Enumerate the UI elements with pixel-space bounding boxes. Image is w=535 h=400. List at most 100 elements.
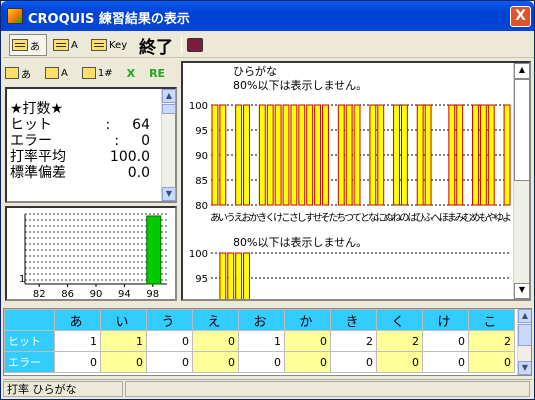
grid-scrollbar[interactable]: ▲ ▼ [517, 309, 531, 375]
y-tick-label: 80 [195, 201, 208, 212]
table-header-row: あいうえおかきくけこ [4, 309, 515, 331]
column-header[interactable]: け [422, 309, 469, 331]
table-cell[interactable]: 1 [238, 330, 285, 352]
table-cell[interactable]: 0 [54, 351, 101, 373]
keyboard-icon [91, 39, 107, 51]
table-cell[interactable]: 1 [100, 330, 147, 352]
book-button[interactable] [185, 34, 209, 56]
bar [448, 104, 456, 206]
bar [219, 104, 227, 206]
alpha-mode-button[interactable]: A [51, 34, 87, 56]
table-cell[interactable]: 1 [54, 330, 101, 352]
bar [353, 104, 361, 206]
table-cell[interactable]: 0 [284, 330, 331, 352]
status-panel [125, 381, 530, 397]
hiragana-mode-button[interactable]: あ [9, 34, 47, 56]
scroll-up-icon[interactable]: ▲ [162, 89, 176, 103]
key-mode-button[interactable]: Key [89, 34, 135, 56]
table-cell[interactable]: 0 [422, 351, 469, 373]
column-header[interactable]: か [284, 309, 331, 331]
table-cell[interactable]: 0 [192, 351, 239, 373]
stat-label: エラー [10, 133, 52, 149]
scroll-down-icon[interactable]: ▼ [514, 283, 529, 299]
app-window: CROQUIS 練習結果の表示 X あ A Key 終了 あ A 1# X RE… [0, 0, 535, 400]
stat-label: 標準偏差 [10, 165, 66, 181]
y-tick-label: 100 [189, 249, 208, 260]
column-header[interactable]: い [100, 309, 147, 331]
table-cell[interactable]: 0 [238, 351, 285, 373]
left-toolbar: あ A 1# X RE [5, 61, 177, 85]
bar [298, 104, 306, 206]
result-grid: あいうえおかきくけこヒット 1 1 0 0 1 0 2 2 0 2 エラー 0 0 0 0 0 0 0 0 0 0 ▲ ▼ [3, 308, 532, 376]
stats-scrollbar[interactable]: ▲ ▼ [161, 89, 176, 201]
stat-label: ヒット [10, 117, 52, 133]
x-tick-label: よ [502, 212, 512, 224]
y-tick-label: 90 [195, 151, 208, 162]
table-cell[interactable]: 0 [468, 351, 515, 373]
bar [345, 104, 353, 206]
stats-text: ★打数★ ヒット:64 エラー:0 打率平均 100.0 標準偏差 0.0 [10, 101, 150, 181]
stat-sep: : [105, 117, 111, 133]
y-tick-label: 85 [195, 176, 208, 187]
toolbar-separator [181, 36, 182, 54]
table-cell[interactable]: 0 [100, 351, 147, 373]
bar [243, 252, 250, 299]
x-tick-label: 94 [118, 289, 131, 299]
bar [393, 104, 400, 206]
table-cell[interactable]: 2 [468, 330, 515, 352]
number-stats-label: 1# [97, 67, 113, 79]
finish-button[interactable]: 終了 [137, 34, 177, 58]
hiragana-stats-button[interactable]: あ [5, 66, 31, 81]
column-header[interactable]: お [238, 309, 285, 331]
chart-scrollbar[interactable]: ▲ ▼ [513, 63, 529, 299]
bar [243, 104, 250, 206]
table-cell[interactable]: 0 [330, 351, 377, 373]
re-button[interactable]: RE [149, 67, 165, 80]
table-cell[interactable]: 2 [376, 330, 423, 352]
column-header[interactable]: く [376, 309, 423, 331]
x-button[interactable]: X [127, 67, 135, 80]
scroll-up-icon[interactable]: ▲ [518, 309, 531, 323]
result-table: あいうえおかきくけこヒット 1 1 0 0 1 0 2 2 0 2 エラー 0 0 0 0 0 0 0 0 0 0 [4, 309, 515, 373]
close-button[interactable]: X [510, 6, 531, 27]
alpha-stats-button[interactable]: A [45, 67, 68, 79]
bar [290, 104, 298, 206]
table-cell[interactable]: 0 [146, 330, 193, 352]
bar [314, 104, 322, 206]
scroll-down-icon[interactable]: ▼ [518, 361, 531, 375]
stat-value: 100.0 [109, 149, 150, 165]
table-cell[interactable]: 2 [330, 330, 377, 352]
table-cell[interactable]: 0 [146, 351, 193, 373]
hiragana-stats-label: あ [21, 69, 31, 81]
table-cell[interactable]: 0 [284, 351, 331, 373]
scroll-thumb[interactable] [514, 79, 529, 181]
title-bar[interactable]: CROQUIS 練習結果の表示 X [1, 1, 534, 31]
column-header[interactable]: こ [468, 309, 515, 331]
column-header[interactable]: あ [54, 309, 101, 331]
column-header[interactable]: う [146, 309, 193, 331]
scroll-thumb[interactable] [162, 104, 176, 114]
bar [219, 252, 227, 299]
scroll-thumb[interactable] [518, 324, 531, 346]
bar [266, 104, 274, 206]
column-header[interactable]: え [192, 309, 239, 331]
scroll-down-icon[interactable]: ▼ [162, 187, 176, 201]
keyboard-icon [53, 39, 69, 51]
column-header[interactable]: き [330, 309, 377, 331]
scroll-up-icon[interactable]: ▲ [514, 63, 529, 79]
bar [274, 104, 282, 206]
table-cell[interactable]: 0 [376, 351, 423, 373]
table-cell[interactable]: 0 [192, 330, 239, 352]
bar [416, 104, 424, 206]
chart-subtitle: 80%以下は表示しません。 [233, 78, 367, 92]
row-header: ヒット [4, 330, 55, 352]
window-title: CROQUIS 練習結果の表示 [28, 12, 190, 27]
book-icon [187, 38, 203, 52]
y-tick-label: 100 [189, 101, 208, 112]
number-stats-button[interactable]: 1# [81, 67, 113, 79]
bar [369, 104, 377, 206]
table-cell[interactable]: 0 [422, 330, 469, 352]
table-corner [4, 309, 55, 331]
x-tick-label: 82 [33, 289, 46, 299]
table-row: ヒット 1 1 0 0 1 0 2 2 0 2 [4, 330, 515, 352]
